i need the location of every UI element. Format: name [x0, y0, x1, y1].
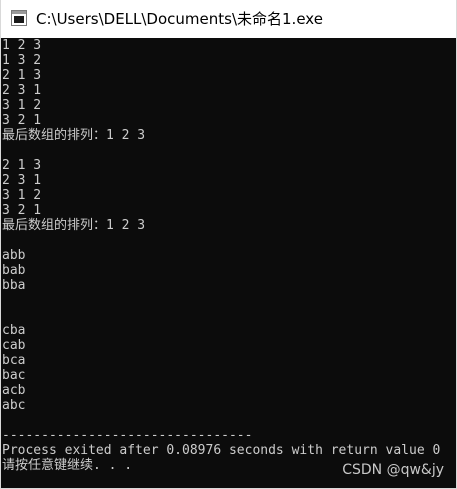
console-output-area[interactable]: 1 2 3 1 3 2 2 1 3 2 3 1 3 1 2 3 2 1 最后数组…	[1, 38, 456, 488]
console-app-icon[interactable]	[11, 10, 27, 26]
console-line: 最后数组的排列：1 2 3	[2, 128, 146, 143]
console-line: 3 2 1	[2, 113, 42, 128]
console-line: 2 3 1	[2, 83, 42, 98]
console-window: C:\Users\DELL\Documents\未命名1.exe 1 2 3 1…	[0, 0, 457, 489]
console-line: 3 2 1	[2, 203, 42, 218]
watermark: CSDN @qw&jy	[342, 462, 444, 478]
console-line: 3 1 2	[2, 188, 42, 203]
title-bar[interactable]: C:\Users\DELL\Documents\未命名1.exe	[1, 0, 456, 38]
console-line: acb	[2, 383, 26, 398]
console-line: bba	[2, 278, 26, 293]
console-line: bca	[2, 353, 26, 368]
icon-title-strip	[12, 11, 26, 14]
console-line: 最后数组的排列：1 2 3	[2, 218, 146, 233]
console-line: cab	[2, 338, 26, 353]
console-line: 1 3 2	[2, 53, 42, 68]
console-line: abb	[2, 248, 26, 263]
console-line: 3 1 2	[2, 98, 42, 113]
console-line: 2 1 3	[2, 158, 42, 173]
console-line: cba	[2, 323, 26, 338]
console-lines: 1 2 3 1 3 2 2 1 3 2 3 1 3 1 2 3 2 1 最后数组…	[2, 38, 440, 473]
console-line: bac	[2, 368, 26, 383]
console-line: abc	[2, 398, 26, 413]
icon-screen	[14, 16, 24, 23]
console-line: --------------------------------	[2, 428, 253, 443]
console-line: Process exited after 0.08976 seconds wit…	[2, 443, 441, 458]
console-line: 2 1 3	[2, 68, 42, 83]
window-title: C:\Users\DELL\Documents\未命名1.exe	[36, 10, 323, 28]
console-line: 1 2 3	[2, 38, 42, 53]
console-line: bab	[2, 263, 26, 278]
console-line: 2 3 1	[2, 173, 42, 188]
